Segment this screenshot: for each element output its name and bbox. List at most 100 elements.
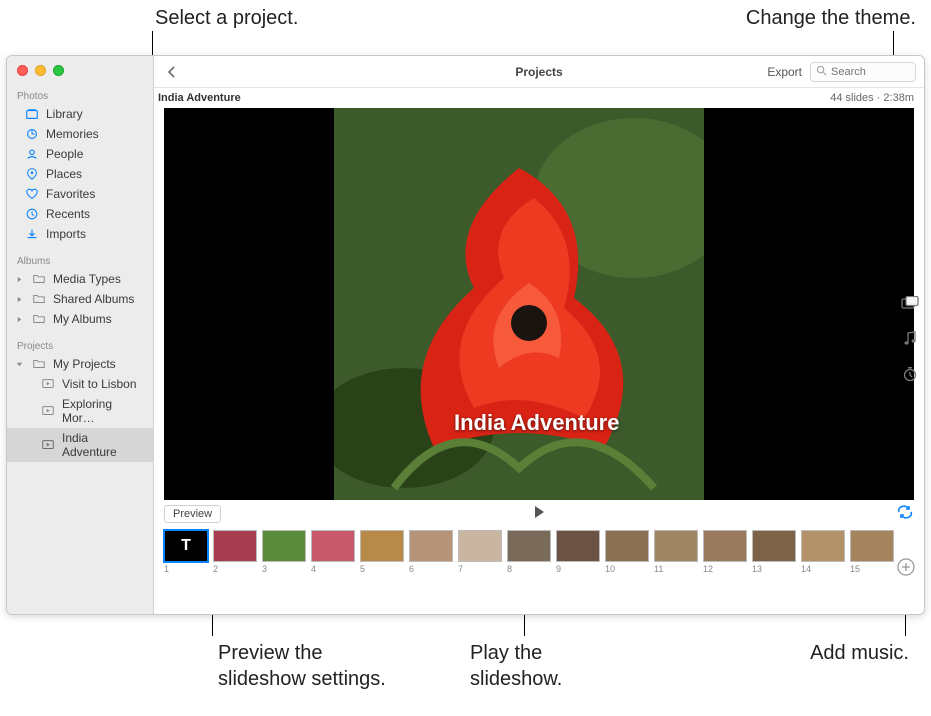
chevron-right-icon [15, 315, 23, 323]
thumb-number: 1 [164, 564, 208, 574]
sidebar: Photos Library Memories People Places Fa… [7, 56, 154, 614]
thumbnail-item[interactable]: 13 [752, 530, 796, 574]
add-photos-button[interactable] [896, 557, 916, 582]
sidebar-item-my-projects[interactable]: My Projects [7, 354, 153, 374]
sidebar-item-media-types[interactable]: Media Types [7, 269, 153, 289]
sidebar-header-photos: Photos [7, 85, 153, 104]
search-icon [816, 63, 827, 81]
toolbar-title: Projects [515, 65, 562, 79]
slide-thumb[interactable] [752, 530, 796, 562]
toolbar: Projects Export [154, 56, 924, 88]
sidebar-item-label: Places [46, 167, 82, 181]
folder-icon [32, 272, 46, 286]
sidebar-item-india-adventure[interactable]: India Adventure [7, 428, 153, 462]
project-header: India Adventure 44 slides · 2:38m [154, 88, 924, 108]
thumb-number: 2 [213, 564, 257, 574]
sidebar-item-label: My Projects [53, 357, 116, 371]
thumbnail-item[interactable]: 14 [801, 530, 845, 574]
back-button[interactable] [162, 62, 182, 82]
music-button[interactable] [903, 331, 917, 352]
slide-thumb[interactable] [850, 530, 894, 562]
slide-thumb[interactable] [605, 530, 649, 562]
slide-thumb[interactable] [409, 530, 453, 562]
sidebar-item-visit-to-lisbon[interactable]: Visit to Lisbon [7, 374, 153, 394]
thumbnail-item[interactable]: 10 [605, 530, 649, 574]
sidebar-item-label: Recents [46, 207, 90, 221]
sidebar-item-exploring-mor[interactable]: Exploring Mor… [7, 394, 153, 428]
slideshow-icon [41, 404, 55, 418]
search-input[interactable] [831, 66, 910, 78]
thumb-number: 4 [311, 564, 355, 574]
sidebar-item-recents[interactable]: Recents [7, 204, 153, 224]
slide-thumb[interactable] [507, 530, 551, 562]
slide-thumb[interactable] [556, 530, 600, 562]
project-meta: 44 slides · 2:38m [830, 92, 914, 104]
slide-thumb[interactable] [654, 530, 698, 562]
title-slide-thumb[interactable]: T [164, 530, 208, 562]
memories-icon [25, 127, 39, 141]
play-button[interactable] [531, 504, 547, 525]
sidebar-item-label: My Albums [53, 312, 112, 326]
slideshow-preview[interactable]: India Adventure [164, 108, 914, 500]
callout-add-music: Add music. [810, 640, 909, 666]
thumbnail-item[interactable]: 15 [850, 530, 894, 574]
download-icon [25, 227, 39, 241]
chevron-down-icon [15, 360, 23, 368]
sidebar-item-favorites[interactable]: Favorites [7, 184, 153, 204]
sidebar-item-shared-albums[interactable]: Shared Albums [7, 289, 153, 309]
thumb-number: 12 [703, 564, 747, 574]
thumb-number: 11 [654, 564, 698, 574]
minimize-window-button[interactable] [35, 65, 46, 76]
sidebar-item-places[interactable]: Places [7, 164, 153, 184]
sidebar-item-my-albums[interactable]: My Albums [7, 309, 153, 329]
preview-button[interactable]: Preview [164, 505, 221, 523]
traffic-lights [7, 56, 153, 85]
thumbnail-item[interactable]: T1 [164, 530, 208, 574]
folder-icon [32, 312, 46, 326]
sidebar-item-library[interactable]: Library [7, 104, 153, 124]
close-window-button[interactable] [17, 65, 28, 76]
thumbnail-item[interactable]: 9 [556, 530, 600, 574]
thumb-number: 15 [850, 564, 894, 574]
slide-thumb[interactable] [262, 530, 306, 562]
thumb-number: 14 [801, 564, 845, 574]
thumbnail-item[interactable]: 12 [703, 530, 747, 574]
sidebar-item-label: Memories [46, 127, 99, 141]
theme-button[interactable] [901, 296, 919, 317]
export-button[interactable]: Export [759, 65, 810, 79]
thumb-number: 10 [605, 564, 649, 574]
sidebar-item-people[interactable]: People [7, 144, 153, 164]
thumbnail-item[interactable]: 5 [360, 530, 404, 574]
sidebar-item-label: Exploring Mor… [62, 397, 143, 425]
sidebar-item-memories[interactable]: Memories [7, 124, 153, 144]
slide-thumb[interactable] [703, 530, 747, 562]
zoom-window-button[interactable] [53, 65, 64, 76]
sidebar-item-label: People [46, 147, 83, 161]
preview-slide-image [334, 108, 704, 500]
sidebar-item-label: Shared Albums [53, 292, 134, 306]
thumbnail-item[interactable]: 11 [654, 530, 698, 574]
sidebar-item-label: Imports [46, 227, 86, 241]
thumbnail-item[interactable]: 6 [409, 530, 453, 574]
slide-thumb[interactable] [458, 530, 502, 562]
slide-thumb[interactable] [213, 530, 257, 562]
chevron-right-icon [15, 295, 23, 303]
sidebar-item-imports[interactable]: Imports [7, 224, 153, 244]
duration-button[interactable] [902, 366, 918, 387]
loop-button[interactable] [896, 505, 914, 524]
sidebar-header-albums: Albums [7, 250, 153, 269]
thumbnail-item[interactable]: 8 [507, 530, 551, 574]
slide-thumb[interactable] [801, 530, 845, 562]
thumbnail-item[interactable]: 2 [213, 530, 257, 574]
search-input-wrapper[interactable] [810, 62, 916, 82]
slide-thumb[interactable] [360, 530, 404, 562]
thumbnail-item[interactable]: 7 [458, 530, 502, 574]
slide-thumb[interactable] [311, 530, 355, 562]
thumbnail-item[interactable]: 4 [311, 530, 355, 574]
thumb-number: 13 [752, 564, 796, 574]
thumbnail-item[interactable]: 3 [262, 530, 306, 574]
slide-caption: India Adventure [454, 410, 619, 436]
sidebar-header-projects: Projects [7, 335, 153, 354]
thumbnail-strip[interactable]: T123456789101112131415 [154, 528, 924, 578]
slideshow-icon [41, 377, 55, 391]
